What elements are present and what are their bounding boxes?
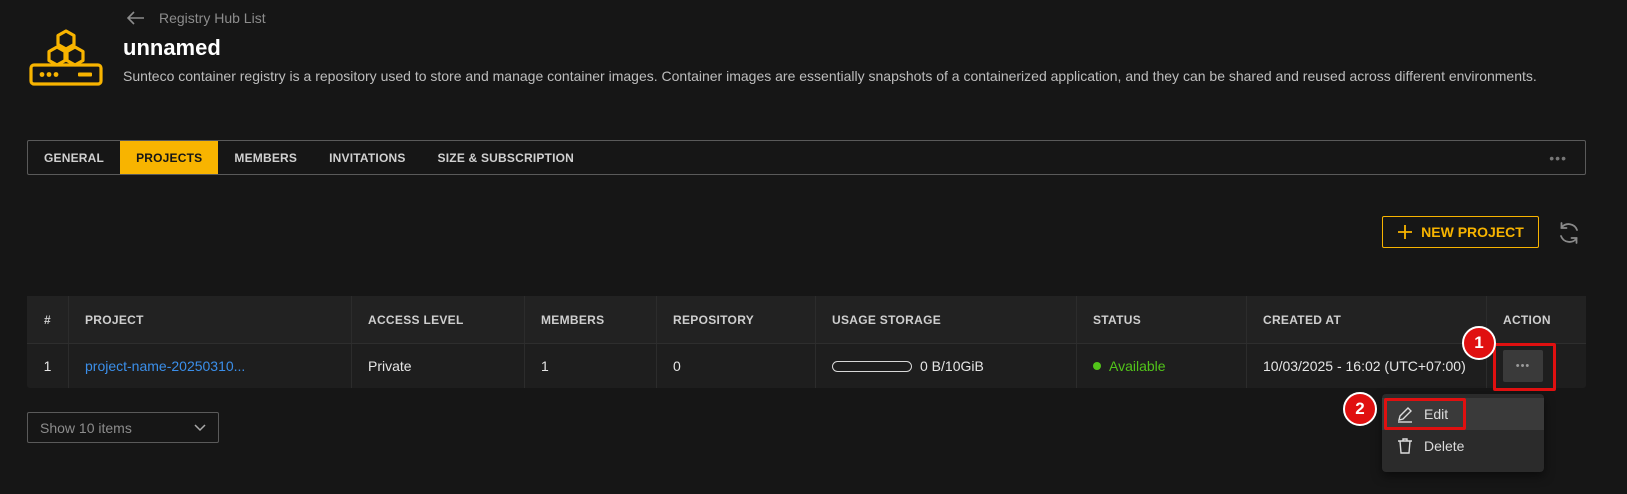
tab-bar: GENERAL PROJECTS MEMBERS INVITATIONS SIZ… bbox=[27, 140, 1586, 175]
project-cell: project-name-20250310... bbox=[69, 344, 352, 388]
tab-general[interactable]: GENERAL bbox=[28, 141, 120, 174]
column-header: STATUS bbox=[1077, 296, 1247, 343]
table-header: # PROJECT ACCESS LEVEL MEMBERS REPOSITOR… bbox=[27, 296, 1586, 344]
column-header: ACTION bbox=[1503, 312, 1551, 327]
new-project-button[interactable]: NEW PROJECT bbox=[1382, 216, 1539, 248]
status-dot-icon bbox=[1093, 362, 1101, 370]
annotation-highlight-edit bbox=[1384, 398, 1466, 430]
usage-progress-bar bbox=[832, 360, 912, 372]
page-size-value: Show 10 items bbox=[40, 419, 132, 436]
repository-count: 0 bbox=[657, 344, 816, 388]
tab-size-subscription[interactable]: SIZE & SUBSCRIPTION bbox=[422, 141, 590, 174]
projects-table: # PROJECT ACCESS LEVEL MEMBERS REPOSITOR… bbox=[27, 296, 1586, 388]
row-index: 1 bbox=[27, 344, 69, 388]
back-link[interactable]: Registry Hub List bbox=[127, 10, 266, 26]
usage-storage-cell: 0 B/10GiB bbox=[816, 344, 1077, 388]
page-title: unnamed bbox=[123, 35, 221, 60]
tab-projects[interactable]: PROJECTS bbox=[120, 141, 219, 174]
status-cell: Available bbox=[1077, 344, 1247, 388]
column-header: # bbox=[27, 296, 69, 343]
status-text: Available bbox=[1109, 358, 1166, 374]
back-link-label: Registry Hub List bbox=[159, 10, 266, 26]
created-at: 10/03/2025 - 16:02 (UTC+07:00) bbox=[1247, 344, 1487, 388]
page-description: Sunteco container registry is a reposito… bbox=[123, 68, 1537, 84]
column-header: PROJECT bbox=[69, 296, 352, 343]
column-header: REPOSITORY bbox=[657, 296, 816, 343]
column-header: MEMBERS bbox=[525, 296, 657, 343]
menu-item-delete[interactable]: Delete bbox=[1382, 430, 1544, 462]
annotation-badge-1: 1 bbox=[1462, 326, 1496, 360]
menu-item-delete-label: Delete bbox=[1424, 438, 1465, 454]
members-count: 1 bbox=[525, 344, 657, 388]
annotation-highlight-action bbox=[1493, 343, 1556, 391]
column-header: ACCESS LEVEL bbox=[352, 296, 525, 343]
tab-invitations[interactable]: INVITATIONS bbox=[313, 141, 421, 174]
arrow-left-icon bbox=[127, 11, 144, 25]
tabs-more-icon[interactable]: ••• bbox=[1531, 141, 1585, 174]
plus-icon bbox=[1398, 225, 1413, 239]
page-size-select[interactable]: Show 10 items bbox=[27, 412, 219, 443]
project-name-link[interactable]: project-name-20250310... bbox=[85, 358, 245, 374]
access-level: Private bbox=[352, 344, 525, 388]
chevron-down-icon bbox=[194, 423, 206, 431]
trash-icon bbox=[1398, 438, 1412, 454]
column-header: CREATED AT bbox=[1247, 296, 1487, 343]
column-header: USAGE STORAGE bbox=[816, 296, 1077, 343]
new-project-label: NEW PROJECT bbox=[1421, 224, 1524, 240]
tab-members[interactable]: MEMBERS bbox=[218, 141, 313, 174]
registry-logo-icon bbox=[29, 29, 103, 86]
annotation-badge-2: 2 bbox=[1343, 392, 1377, 426]
usage-storage-text: 0 B/10GiB bbox=[920, 358, 984, 374]
table-row: 1 project-name-20250310... Private 1 0 0… bbox=[27, 344, 1586, 388]
refresh-icon[interactable] bbox=[1556, 220, 1582, 246]
